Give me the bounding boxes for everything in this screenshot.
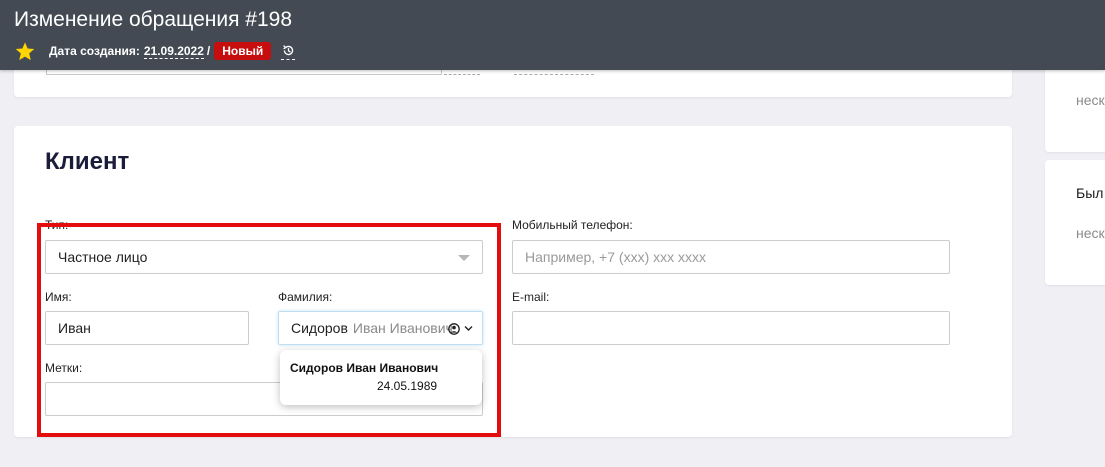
- created-label: Дата создания:: [49, 44, 140, 58]
- sidebar-card-1-text: неск: [1076, 92, 1105, 108]
- created-date[interactable]: 21.09.2022: [143, 44, 204, 59]
- status-badge[interactable]: Новый: [214, 42, 272, 60]
- previous-section-link-2[interactable]: [514, 74, 594, 75]
- meta-row: Дата создания: 21.09.2022 / Новый: [14, 41, 296, 62]
- person-icon[interactable]: [448, 323, 460, 335]
- type-select[interactable]: Частное лицо: [45, 240, 483, 274]
- previous-section-link[interactable]: [444, 74, 480, 75]
- client-card: Клиент Тип: Частное лицо Мобильный телеф…: [14, 126, 1012, 437]
- first-name-input[interactable]: Иван: [45, 311, 249, 345]
- sidebar-card-1: неск: [1045, 56, 1105, 152]
- suggestion-full-name: Сидоров Иван Иванович: [290, 361, 439, 375]
- mobile-label: Мобильный телефон:: [512, 218, 633, 232]
- meta-separator: /: [206, 44, 211, 58]
- client-suggestion-dropdown[interactable]: Сидоров Иван Иванович 24.05.1989: [280, 350, 482, 405]
- type-label: Тип:: [45, 218, 69, 232]
- type-select-value: Частное лицо: [58, 249, 148, 265]
- select-arrow-icon: [458, 255, 470, 261]
- suggestion-birth-date: 24.05.1989: [377, 379, 438, 393]
- first-name-label: Имя:: [45, 290, 72, 304]
- mobile-input[interactable]: Например, +7 (xxx) xxx xxxx: [512, 240, 950, 274]
- last-name-value: Сидоров: [291, 320, 348, 336]
- chevron-down-icon[interactable]: [464, 325, 473, 332]
- sidebar-card-2: Был неск: [1045, 160, 1105, 285]
- page-title: Изменение обращения #198: [14, 8, 292, 31]
- email-label: E-mail:: [512, 290, 550, 304]
- mobile-placeholder: Например, +7 (xxx) xxx xxxx: [525, 249, 707, 265]
- tags-label: Метки:: [45, 361, 83, 375]
- email-input[interactable]: [512, 311, 950, 345]
- last-name-hint: Иван Иванович: [352, 320, 453, 336]
- history-button[interactable]: [281, 42, 296, 60]
- sidebar-card-2-heading: Был: [1076, 185, 1104, 201]
- page-header: Изменение обращения #198 Дата создания: …: [0, 0, 1105, 70]
- sidebar-card-2-text: неск: [1076, 225, 1105, 241]
- last-name-label: Фамилия:: [278, 290, 333, 304]
- first-name-value: Иван: [58, 320, 91, 336]
- history-icon: [282, 45, 293, 56]
- last-name-input[interactable]: Сидоров Иван Иванович: [278, 311, 483, 345]
- star-icon[interactable]: [14, 41, 36, 62]
- client-section-title: Клиент: [45, 148, 130, 175]
